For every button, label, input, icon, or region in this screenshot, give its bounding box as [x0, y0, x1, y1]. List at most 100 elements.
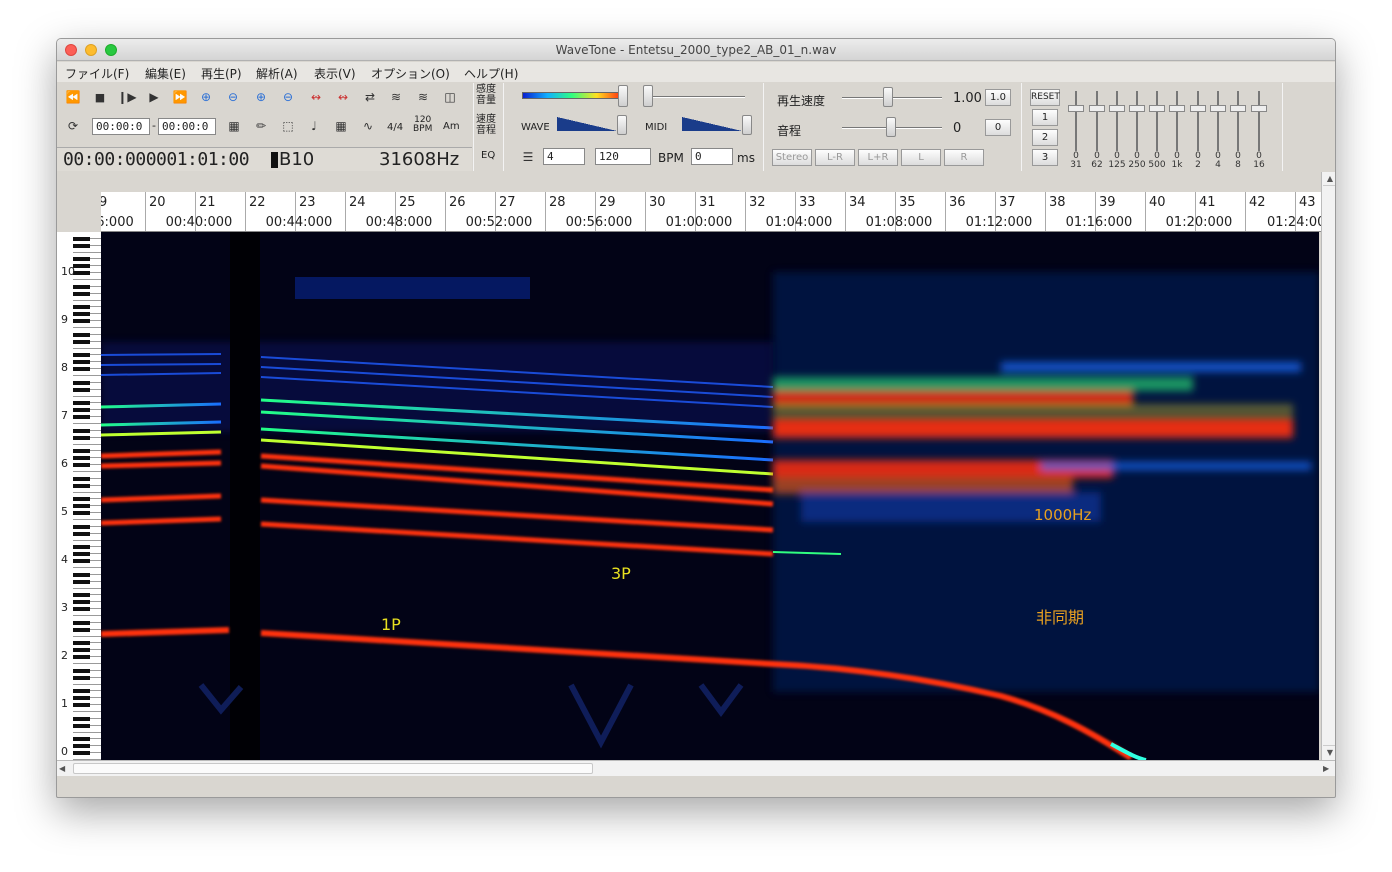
- menu-file[interactable]: ファイル(F): [65, 65, 129, 82]
- waveform-stereo-icon[interactable]: ≋: [412, 89, 434, 105]
- channel-l-plus-r-button[interactable]: L+R: [858, 149, 898, 166]
- pitch-slider-thumb[interactable]: [886, 117, 896, 137]
- zoom-out-vertical-icon[interactable]: ⊖: [277, 89, 299, 105]
- piano-keyboard[interactable]: 10 9 8 7 6 5 4 3 2 1 0: [57, 232, 101, 760]
- eq-band-slider[interactable]: 02: [1188, 91, 1208, 170]
- zoom-in-horizontal-icon[interactable]: ⊕: [195, 89, 217, 105]
- eq-band-slider[interactable]: 0 1k: [1167, 91, 1187, 170]
- rewind-icon[interactable]: ⏪: [63, 89, 83, 105]
- minimize-window-button[interactable]: [85, 44, 97, 56]
- wave-volume-slider[interactable]: [557, 117, 617, 131]
- eq-band-thumb[interactable]: [1210, 105, 1226, 112]
- bpm-button[interactable]: 120 BPM: [413, 116, 432, 134]
- eq-band-thumb[interactable]: [1089, 105, 1105, 112]
- eq-band-slider[interactable]: 0 125: [1107, 91, 1127, 170]
- eq-preset-1-button[interactable]: 1: [1032, 109, 1058, 126]
- vertical-scrollbar[interactable]: ▲ ▼: [1321, 172, 1335, 760]
- channel-stereo-button[interactable]: Stereo: [772, 149, 812, 166]
- offset-field[interactable]: 0: [691, 148, 733, 165]
- speed-slider-thumb[interactable]: [883, 87, 893, 107]
- menu-play[interactable]: 再生(P): [201, 65, 242, 82]
- ruler-measure-number: 39: [1099, 195, 1116, 210]
- horizontal-scrollbar[interactable]: ◀ ▶: [57, 760, 1335, 776]
- time-ruler[interactable]: 9 20 21 22 23 24 25 26 27 28 29 30 31 32 33 34 35 36 37 38 3…: [101, 192, 1321, 232]
- octave-label: 5: [61, 505, 68, 518]
- scroll-down-icon[interactable]: ▼: [1323, 745, 1335, 759]
- channel-l-minus-r-button[interactable]: L-R: [815, 149, 855, 166]
- marker-icon[interactable]: ↭: [305, 89, 327, 105]
- ruler-measure-tick: 26: [445, 192, 466, 231]
- speed-pitch-label: 速度 音程: [476, 114, 496, 136]
- zoom-out-horizontal-icon[interactable]: ⊖: [222, 89, 244, 105]
- scroll-up-icon[interactable]: ▲: [1323, 172, 1335, 186]
- color-gradient-slider[interactable]: [522, 92, 622, 99]
- ruler-measure-number: 35: [899, 195, 916, 210]
- swap-icon[interactable]: ⇄: [359, 89, 381, 105]
- loop-end-field[interactable]: 00:00:0: [158, 118, 216, 135]
- eq-band-thumb[interactable]: [1109, 105, 1125, 112]
- midi-volume-thumb[interactable]: [742, 115, 752, 135]
- horizontal-scroll-thumb[interactable]: [73, 763, 593, 774]
- eq-band-thumb[interactable]: [1129, 105, 1145, 112]
- scroll-left-icon[interactable]: ◀: [59, 762, 71, 775]
- speed-reset-button[interactable]: 1.0: [985, 89, 1011, 106]
- eq-band-thumb[interactable]: [1068, 105, 1084, 112]
- eq-preset-3-button[interactable]: 3: [1032, 149, 1058, 166]
- fast-forward-icon[interactable]: ⏩: [170, 89, 190, 105]
- eq-band-thumb[interactable]: [1149, 105, 1165, 112]
- zoom-in-vertical-icon[interactable]: ⊕: [250, 89, 272, 105]
- table-icon[interactable]: ▦: [330, 118, 352, 134]
- eq-band-thumb[interactable]: [1169, 105, 1185, 112]
- eq-band-slider[interactable]: 0 62: [1087, 91, 1107, 170]
- octave-label: 1: [61, 697, 68, 710]
- select-rect-icon[interactable]: ⬚: [277, 118, 299, 134]
- step-play-icon[interactable]: ❙▶: [117, 89, 137, 105]
- octave-label: 9: [61, 313, 68, 326]
- book-icon[interactable]: ◫: [439, 89, 461, 105]
- wave-shape-icon[interactable]: ∿: [357, 118, 379, 134]
- loop-icon[interactable]: ⟳: [63, 118, 83, 134]
- eq-band-slider[interactable]: 08: [1228, 91, 1248, 170]
- eq-button[interactable]: EQ: [481, 150, 495, 161]
- wave-volume-thumb[interactable]: [617, 115, 627, 135]
- spectrogram-view[interactable]: 1P 3P 1000Hz 非同期: [101, 232, 1319, 760]
- scroll-right-icon[interactable]: ▶: [1323, 762, 1335, 775]
- pitch-reset-button[interactable]: 0: [985, 119, 1011, 136]
- eq-band-slider[interactable]: 04: [1208, 91, 1228, 170]
- channel-r-button[interactable]: R: [944, 149, 984, 166]
- time-signature-button[interactable]: 4/4: [387, 122, 403, 133]
- menu-edit[interactable]: 編集(E): [145, 65, 186, 82]
- stop-icon[interactable]: ■: [90, 89, 110, 105]
- grid-icon[interactable]: ▦: [223, 118, 245, 134]
- eq-band-thumb[interactable]: [1190, 105, 1206, 112]
- menu-view[interactable]: 表示(V): [314, 65, 356, 82]
- play-icon[interactable]: ▶: [144, 89, 164, 105]
- eq-preset-2-button[interactable]: 2: [1032, 129, 1058, 146]
- eq-band-slider[interactable]: 0 500: [1147, 91, 1167, 170]
- eq-band-slider[interactable]: 0 250: [1127, 91, 1147, 170]
- bpm-field[interactable]: 120: [595, 148, 651, 165]
- eq-band-slider[interactable]: 0 16: [1249, 91, 1269, 170]
- menu-options[interactable]: オプション(O): [371, 65, 450, 82]
- midi-volume-slider[interactable]: [682, 117, 742, 131]
- chord-button[interactable]: Am: [443, 121, 460, 132]
- annotation-async: 非同期: [1036, 608, 1085, 627]
- eq-band-slider[interactable]: 0 31: [1066, 91, 1086, 170]
- pencil-icon[interactable]: ✏: [250, 118, 272, 134]
- note-icon[interactable]: ♩: [303, 118, 325, 134]
- loop-start-field[interactable]: 00:00:0: [92, 118, 150, 135]
- eq-reset-button[interactable]: RESET: [1030, 89, 1060, 106]
- menu-analyze[interactable]: 解析(A): [256, 65, 298, 82]
- eq-band-thumb[interactable]: [1230, 105, 1246, 112]
- beats-field[interactable]: 4: [543, 148, 585, 165]
- waveform-icon[interactable]: ≋: [385, 89, 407, 105]
- channel-l-button[interactable]: L: [901, 149, 941, 166]
- close-window-button[interactable]: [65, 44, 77, 56]
- eq-band-thumb[interactable]: [1251, 105, 1267, 112]
- ruler-time-label: 01:20:000: [1165, 215, 1233, 230]
- volume-thumb[interactable]: [643, 85, 653, 107]
- marker-range-icon[interactable]: ↭: [332, 89, 354, 105]
- gradient-thumb[interactable]: [618, 85, 628, 107]
- zoom-window-button[interactable]: [105, 44, 117, 56]
- menu-help[interactable]: ヘルプ(H): [464, 65, 518, 82]
